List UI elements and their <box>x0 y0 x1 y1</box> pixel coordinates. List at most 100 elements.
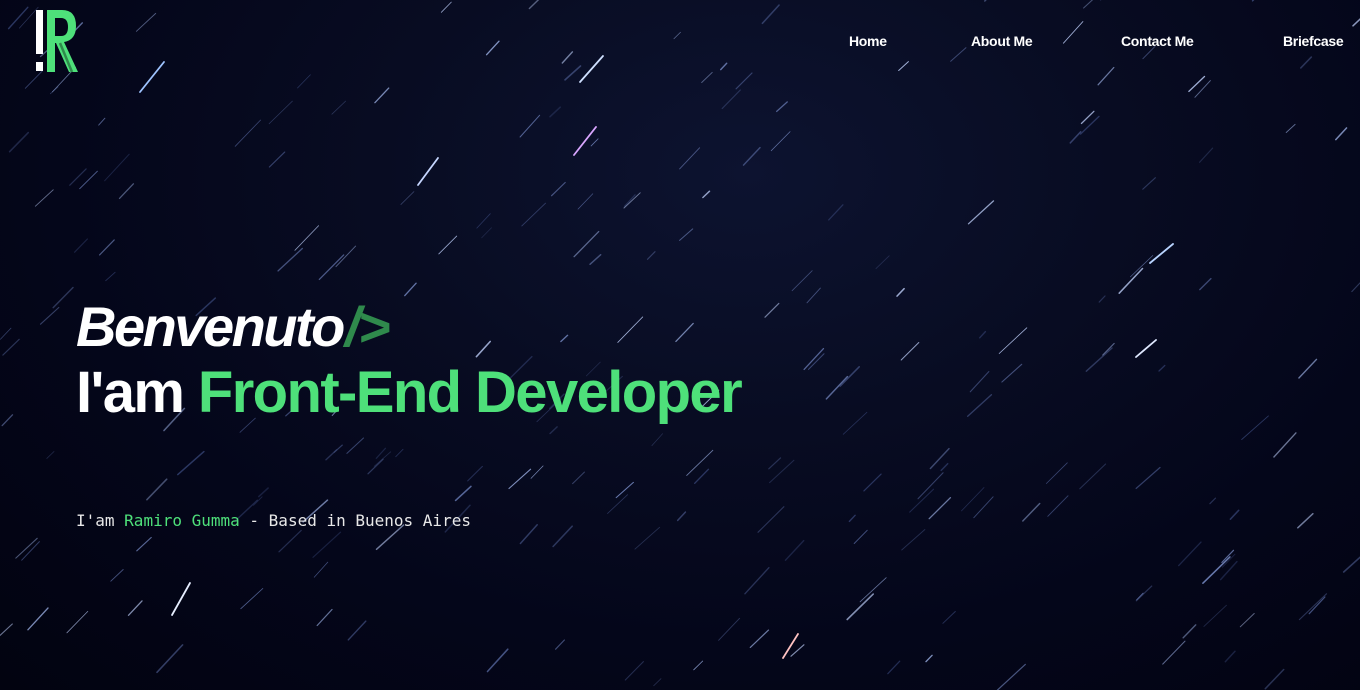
star-trail <box>555 639 565 650</box>
star-trail <box>1352 18 1360 27</box>
star-trail <box>313 561 329 578</box>
nav-link-contact-me[interactable]: Contact Me <box>1121 33 1194 49</box>
star-trail <box>1351 282 1360 293</box>
star-trail <box>177 450 205 476</box>
star-trail <box>475 340 491 358</box>
star-trail <box>863 473 882 492</box>
star-trail <box>1300 56 1313 69</box>
star-trail <box>375 447 386 459</box>
hero-sub-name: Ramiro Gumma <box>124 511 240 530</box>
star-trail <box>79 170 98 190</box>
star-trail <box>1142 177 1156 190</box>
hero-greeting: Benvenuto/> <box>76 295 391 358</box>
star-trail <box>1097 66 1115 86</box>
star-trail <box>294 225 319 251</box>
star-trail <box>551 181 566 197</box>
star-trail <box>770 131 791 152</box>
main-nav: Home About Me Contact Me Briefcase <box>0 33 1360 53</box>
star-trail <box>853 529 868 544</box>
star-trail <box>742 146 761 166</box>
star-trail <box>791 270 813 292</box>
star-trail <box>1251 0 1255 2</box>
star-trail <box>258 487 269 498</box>
bright-star-trail <box>171 582 191 616</box>
greeting-text: Benvenuto <box>76 295 345 358</box>
star-trail <box>346 437 365 454</box>
star-trail <box>66 611 89 634</box>
star-trail <box>1135 585 1153 602</box>
star-trail <box>316 608 333 627</box>
star-trail <box>467 465 483 482</box>
star-trail <box>1199 277 1212 291</box>
star-trail <box>1080 110 1095 125</box>
star-trail <box>1264 668 1285 690</box>
star-trail <box>438 235 458 255</box>
nav-link-about-me[interactable]: About Me <box>971 33 1033 49</box>
star-trail <box>623 194 636 207</box>
star-trail <box>1047 495 1069 517</box>
star-trail <box>373 451 392 467</box>
star-trail <box>686 449 714 476</box>
star-trail <box>719 62 728 71</box>
nav-link-home[interactable]: Home <box>849 33 887 49</box>
star-trail <box>1022 502 1041 522</box>
star-trail <box>367 458 384 475</box>
star-trail <box>693 660 704 671</box>
star-trail <box>454 485 472 502</box>
star-trail <box>967 200 995 225</box>
star-trail <box>887 660 901 675</box>
star-trail <box>996 663 1026 690</box>
star-trail <box>744 567 770 595</box>
star-trail <box>52 286 74 309</box>
star-trail <box>1229 509 1240 520</box>
star-trail <box>1342 556 1360 573</box>
star-trail <box>1 414 14 427</box>
star-trail <box>278 529 302 553</box>
star-trail <box>1202 556 1231 584</box>
star-trail <box>1199 147 1214 163</box>
star-trail <box>1335 127 1348 141</box>
star-trail <box>679 147 701 170</box>
nav-link-briefcase[interactable]: Briefcase <box>1283 33 1344 49</box>
star-trail <box>1085 347 1113 372</box>
star-trail <box>333 444 343 453</box>
star-trail <box>875 255 890 270</box>
star-trail <box>395 448 404 458</box>
hero-subtitle: I'am Ramiro Gumma - Based in Buenos Aire… <box>76 510 471 532</box>
star-trail <box>46 451 55 459</box>
star-trail <box>1298 593 1328 621</box>
star-trail <box>69 168 87 186</box>
star-trail <box>846 593 874 621</box>
star-trail <box>646 251 656 260</box>
star-trail <box>969 371 990 393</box>
star-trail <box>1135 466 1161 490</box>
star-trail <box>1158 364 1166 372</box>
star-trail <box>979 330 987 339</box>
star-trail <box>1001 363 1023 383</box>
star-trail <box>297 74 311 89</box>
star-trail <box>1224 650 1236 663</box>
star-trail <box>136 536 152 552</box>
star-trail <box>675 322 694 343</box>
star-trail <box>1221 549 1235 563</box>
star-trail <box>1209 497 1217 505</box>
star-trail <box>1308 596 1326 615</box>
star-trail <box>331 100 346 115</box>
star-trail <box>560 334 569 343</box>
star-trail <box>277 247 303 272</box>
star-trail <box>973 496 994 519</box>
star-trail <box>549 426 558 435</box>
star-trail <box>7 6 29 30</box>
star-trail <box>1241 415 1269 440</box>
star-trail <box>624 661 644 681</box>
star-trail <box>573 230 600 258</box>
star-trail <box>268 151 286 168</box>
star-trail <box>776 101 788 113</box>
star-trail <box>104 153 130 182</box>
star-trail <box>1182 624 1197 639</box>
star-trail <box>1046 462 1068 484</box>
star-trail <box>1298 358 1318 379</box>
star-trail <box>676 511 687 522</box>
star-trail <box>74 238 88 253</box>
hero-sub-prefix: I'am <box>76 511 115 530</box>
